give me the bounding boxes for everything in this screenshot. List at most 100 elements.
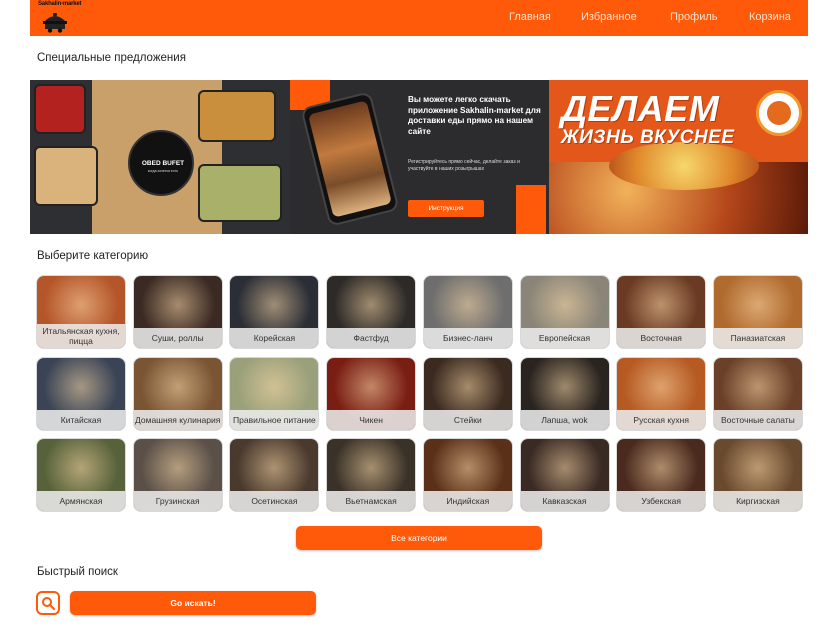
category-card[interactable]: Армянская xyxy=(36,438,126,512)
go-search-button[interactable]: Go искать! xyxy=(70,591,316,615)
food-tray xyxy=(34,84,86,134)
food-tray xyxy=(34,146,98,206)
category-card[interactable]: Вьетнамская xyxy=(326,438,417,512)
phone-mockup xyxy=(300,91,400,227)
category-card[interactable]: Узбекская xyxy=(616,438,707,512)
category-card[interactable]: Лапша, wok xyxy=(519,356,610,431)
category-label-text: Восточные салаты xyxy=(720,414,795,425)
category-card[interactable]: Восточная xyxy=(616,275,707,349)
category-label: Паназиатская xyxy=(713,328,802,348)
category-label-text: Итальянская кухня, пицца xyxy=(42,326,120,346)
category-label: Фастфуд xyxy=(327,328,416,348)
category-label-text: Домашняя кулинария xyxy=(135,414,221,425)
category-card[interactable]: Суши, роллы xyxy=(132,275,223,349)
category-label: Правильное питание xyxy=(230,409,319,430)
banner-app-download[interactable]: Вы можете легко скачать приложение Sakha… xyxy=(290,80,549,234)
category-card[interactable]: Стейки xyxy=(422,356,513,431)
category-card[interactable]: Правильное питание xyxy=(229,356,320,431)
category-card[interactable]: Китайская xyxy=(36,356,126,431)
offers-title: Специальные предложения xyxy=(37,52,186,64)
category-card[interactable]: Русская кухня xyxy=(616,356,707,431)
brand-tagline: когда хочется есть xyxy=(147,169,179,173)
category-label-text: Корейская xyxy=(253,333,296,343)
category-label: Китайская xyxy=(37,409,125,430)
brand-name: OBED BUFET xyxy=(141,160,185,167)
pizza xyxy=(609,142,759,190)
category-card[interactable]: Домашняя кулинария xyxy=(132,356,223,431)
logo[interactable]: Sakhalin-market xyxy=(38,1,82,35)
banner-obed-bufet[interactable]: OBED BUFET когда хочется есть xyxy=(30,80,290,234)
banner-tastier-life[interactable]: ДЕЛАЕМ ЖИЗНЬ ВКУСНЕЕ xyxy=(549,80,808,234)
category-label: Восточные салаты xyxy=(713,409,802,430)
cooking-pot-icon xyxy=(43,13,67,33)
category-card[interactable]: Киргизская xyxy=(712,438,803,512)
category-label: Домашняя кулинария xyxy=(133,409,222,430)
category-label: Армянская xyxy=(37,491,125,511)
all-categories-button[interactable]: Все категории xyxy=(296,526,542,550)
category-label-text: Правильное питание xyxy=(233,414,316,425)
category-card[interactable]: Корейская xyxy=(229,275,320,349)
category-label: Восточная xyxy=(617,328,706,348)
category-label: Бизнес-ланч xyxy=(423,328,512,348)
instruction-button[interactable]: Инструкция xyxy=(408,200,484,217)
category-label-text: Кавказская xyxy=(542,496,587,506)
category-label: Корейская xyxy=(230,328,319,348)
category-label-text: Киргизская xyxy=(736,496,780,506)
promo-headline: ДЕЛАЕМ xyxy=(561,88,720,129)
category-label-text: Осетинская xyxy=(251,496,298,506)
category-label-text: Восточная xyxy=(640,333,682,343)
category-card[interactable]: Фастфуд xyxy=(326,275,417,349)
category-label: Европейская xyxy=(520,328,609,348)
category-label-text: Паназиатская xyxy=(730,333,786,343)
category-label-text: Узбекская xyxy=(641,496,681,506)
obed-bufet-logo: OBED BUFET когда хочется есть xyxy=(128,130,194,196)
nav-favorites[interactable]: Избранное xyxy=(581,11,637,23)
category-label-text: Индийская xyxy=(446,496,490,506)
nav-home[interactable]: Главная xyxy=(509,11,551,23)
category-label-text: Армянская xyxy=(59,496,103,506)
category-label: Узбекская xyxy=(617,491,706,511)
category-label: Осетинская xyxy=(230,491,319,511)
category-card[interactable]: Осетинская xyxy=(229,438,320,512)
category-label: Суши, роллы xyxy=(133,328,222,348)
category-card[interactable]: Паназиатская xyxy=(712,275,803,349)
category-label-text: Китайская xyxy=(60,414,102,425)
top-navbar: Sakhalin-market Главная Избранное Профил… xyxy=(30,0,808,36)
category-label-text: Бизнес-ланч xyxy=(443,333,493,343)
category-card[interactable]: Восточные салаты xyxy=(712,356,803,431)
category-label-text: Суши, роллы xyxy=(151,333,204,343)
category-card[interactable]: Чикен xyxy=(326,356,417,431)
quick-search-title: Быстрый поиск xyxy=(37,566,118,578)
category-label: Индийская xyxy=(423,491,512,511)
categories-title: Выберите категорию xyxy=(37,250,149,262)
app-text: Регистрируйтесь прямо сейчас, делайте за… xyxy=(408,159,520,172)
nav-cart[interactable]: Корзина xyxy=(749,11,791,23)
food-tray xyxy=(198,90,276,142)
category-label: Вьетнамская xyxy=(327,491,416,511)
category-label-text: Фастфуд xyxy=(353,333,389,343)
logo-text: Sakhalin-market xyxy=(38,1,82,7)
category-card[interactable]: Итальянская кухня, пицца xyxy=(36,275,126,349)
app-heading: Вы можете легко скачать приложение Sakha… xyxy=(408,95,541,136)
category-label-text: Вьетнамская xyxy=(345,496,397,506)
nav-profile[interactable]: Профиль xyxy=(670,11,718,23)
category-label-text: Русская кухня xyxy=(633,414,689,425)
category-label-text: Лапша, wok xyxy=(541,414,588,425)
category-label-text: Европейская xyxy=(538,333,591,343)
category-label: Русская кухня xyxy=(617,409,706,430)
category-label: Грузинская xyxy=(133,491,222,511)
category-label: Стейки xyxy=(423,409,512,430)
category-card[interactable]: Европейская xyxy=(519,275,610,349)
category-card[interactable]: Грузинская xyxy=(132,438,223,512)
category-label-text: Стейки xyxy=(453,414,482,425)
category-label-text: Чикен xyxy=(359,414,383,425)
category-card[interactable]: Кавказская xyxy=(519,438,610,512)
category-label: Киргизская xyxy=(713,491,802,511)
promo-subheadline: ЖИЗНЬ ВКУСНЕЕ xyxy=(561,127,735,148)
search-button[interactable] xyxy=(36,591,60,615)
category-label: Лапша, wok xyxy=(520,409,609,430)
category-card[interactable]: Индийская xyxy=(422,438,513,512)
category-label-text: Грузинская xyxy=(155,496,200,506)
category-label: Кавказская xyxy=(520,491,609,511)
category-card[interactable]: Бизнес-ланч xyxy=(422,275,513,349)
